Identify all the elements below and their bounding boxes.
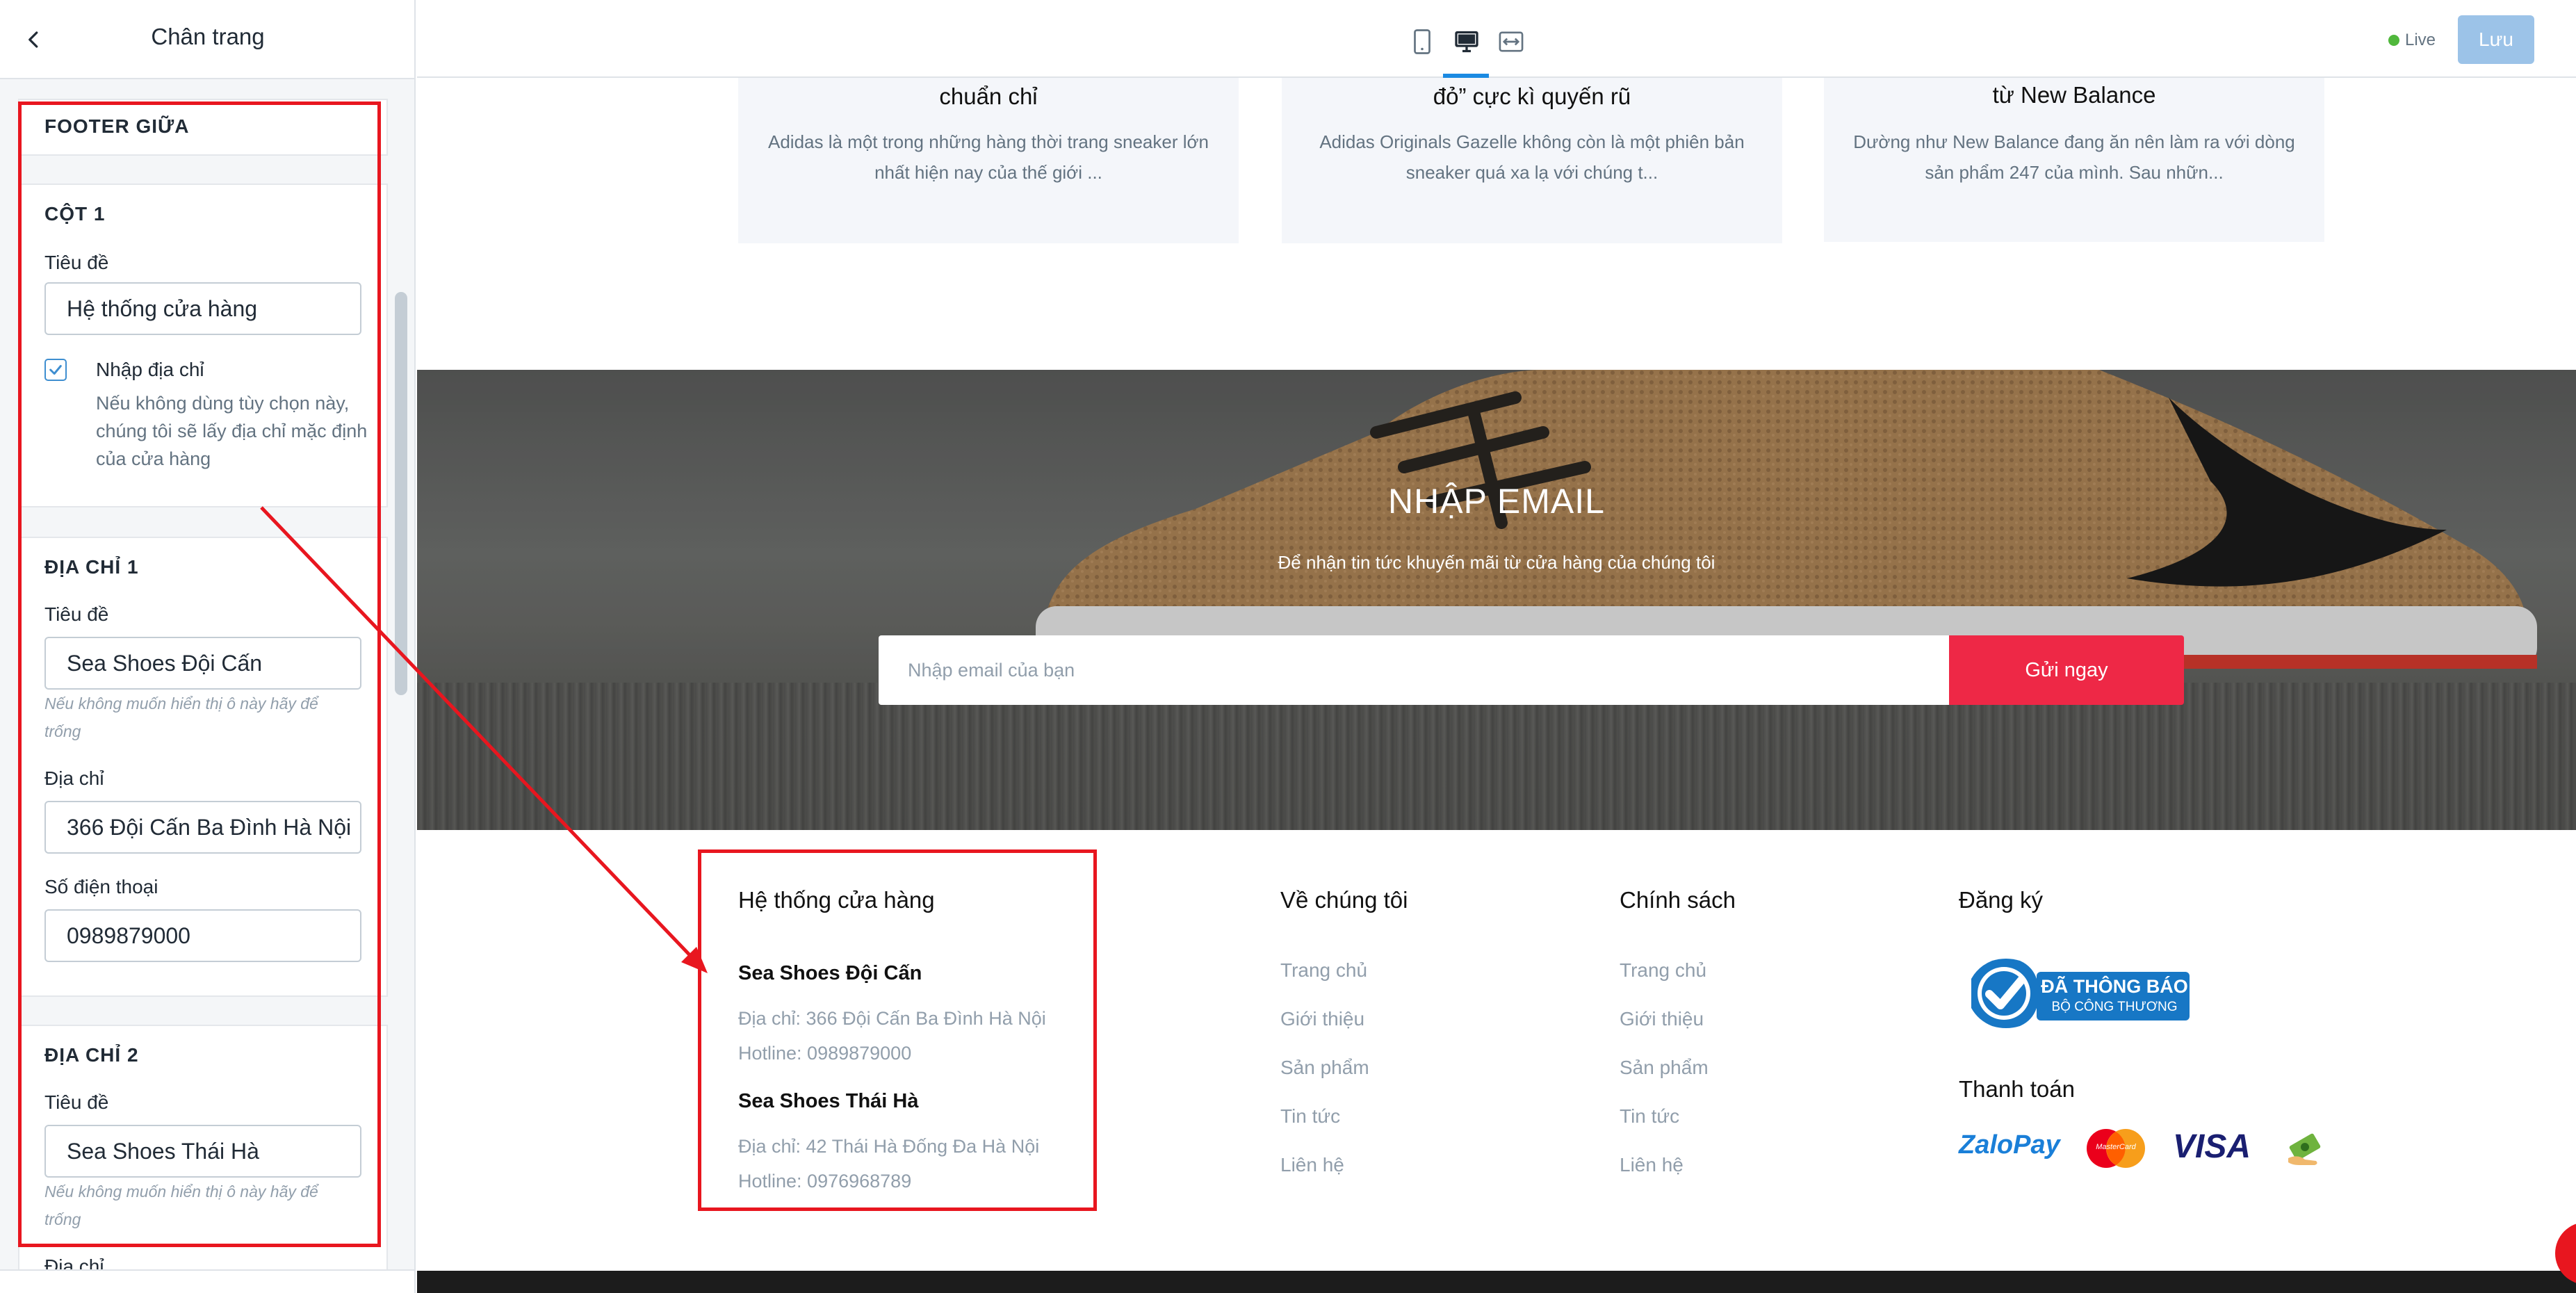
footer-col3-title: Chính sách — [1620, 887, 1736, 913]
mobile-view-button[interactable] — [1405, 25, 1439, 58]
cash-icon — [2288, 1133, 2321, 1165]
registered-badge[interactable]: ĐÃ THÔNG BÁO BỘ CÔNG THƯƠNG — [1964, 957, 2194, 1030]
sidebar-header: Chân trang — [0, 0, 414, 79]
visa-logo: VISA — [2173, 1128, 2251, 1169]
mastercard-logo: MasterCard — [2082, 1128, 2149, 1169]
sidebar-scrollbar[interactable] — [395, 292, 407, 695]
newsletter-title: NHẬP EMAIL — [1388, 482, 1605, 521]
mobile-icon — [1414, 29, 1430, 54]
badge-line-1: ĐÃ THÔNG BÁO — [2041, 976, 2188, 997]
mastercard-label: MasterCard — [2096, 1143, 2136, 1151]
visa-label: VISA — [2173, 1128, 2251, 1165]
blog-card-3-title: từ New Balance — [1992, 82, 2156, 108]
annotation-box-footer — [698, 849, 1097, 1211]
newsletter-email-input[interactable]: Nhập email của bạn — [879, 635, 1949, 705]
footer-col4-title: Đăng ký — [1959, 887, 2044, 913]
live-dot-icon — [2388, 35, 2399, 46]
desktop-icon — [1455, 31, 1478, 53]
footer-col2-title: Về chúng tôi — [1280, 887, 1408, 913]
blog-card-2-desc: Adidas Originals Gazelle không còn là mộ… — [1319, 131, 1745, 183]
blog-card-2[interactable]: đỏ” cực kì quyến rũ Adidas Originals Gaz… — [1282, 78, 1782, 243]
editor-topbar: Live Lưu — [417, 0, 2576, 78]
blog-card-1[interactable]: chuẩn chỉ Adidas là một trong những hàng… — [738, 78, 1239, 243]
footer-col3-link[interactable]: Giới thiệu — [1620, 1008, 1704, 1030]
live-label: Live — [2405, 31, 2436, 49]
fullwidth-view-button[interactable] — [1494, 25, 1528, 58]
settings-sidebar: Chân trang FOOTER GIỮA CỘT 1 Tiêu đề Hệ … — [0, 0, 416, 1293]
zalopay-logo: ZaloPay — [1959, 1130, 2060, 1166]
desktop-view-button[interactable] — [1450, 25, 1483, 58]
footer-col2-link[interactable]: Giới thiệu — [1280, 1008, 1364, 1030]
footer-col3-link[interactable]: Sản phẩm — [1620, 1057, 1709, 1079]
fullwidth-icon — [1499, 31, 1524, 52]
cash-payment-logo — [2284, 1129, 2327, 1168]
blog-card-1-title: chuẩn chỉ — [939, 83, 1038, 109]
newsletter-submit-button[interactable]: Gửi ngay — [1949, 635, 2184, 705]
blog-card-2-title: đỏ” cực kì quyến rũ — [1433, 83, 1631, 109]
sidebar-title: Chân trang — [151, 24, 265, 49]
footer-col2-link[interactable]: Trang chủ — [1280, 959, 1367, 982]
sidebar-bottom-bar — [0, 1269, 414, 1293]
hero-overlay — [417, 370, 2576, 830]
zalopay-label: ZaloPay — [1959, 1130, 2060, 1160]
save-button[interactable]: Lưu — [2458, 15, 2534, 64]
footer: Hệ thống cửa hàng Sea Shoes Đội Cấn Địa … — [417, 830, 2576, 1275]
footer-col2-link[interactable]: Tin tức — [1280, 1105, 1340, 1128]
payment-title: Thanh toán — [1959, 1076, 2075, 1102]
footer-col2-link[interactable]: Liên hệ — [1280, 1154, 1344, 1176]
blog-card-3-desc: Dường như New Balance đang ăn nên làm ra… — [1853, 131, 2295, 183]
footer-bottom-bar — [417, 1271, 2576, 1293]
newsletter-banner: NHẬP EMAIL Để nhận tin tức khuyến mãi từ… — [417, 370, 2576, 830]
live-status: Live — [2388, 31, 2436, 50]
blog-card-1-desc: Adidas là một trong những hàng thời tran… — [768, 131, 1209, 183]
badge-line-2: BỘ CÔNG THƯƠNG — [2051, 1000, 2178, 1014]
footer-col3-link[interactable]: Liên hệ — [1620, 1154, 1684, 1176]
newsletter-subtitle: Để nhận tin tức khuyến mãi từ cửa hàng c… — [1278, 552, 1715, 573]
footer-col2-link[interactable]: Sản phẩm — [1280, 1057, 1369, 1079]
annotation-box-sidebar — [18, 101, 381, 1247]
blog-card-3[interactable]: từ New Balance Dường như New Balance đan… — [1824, 78, 2324, 242]
store-preview: chuẩn chỉ Adidas là một trong những hàng… — [417, 78, 2576, 1293]
footer-col3-link[interactable]: Tin tức — [1620, 1105, 1679, 1128]
footer-col3-link[interactable]: Trang chủ — [1620, 959, 1706, 982]
